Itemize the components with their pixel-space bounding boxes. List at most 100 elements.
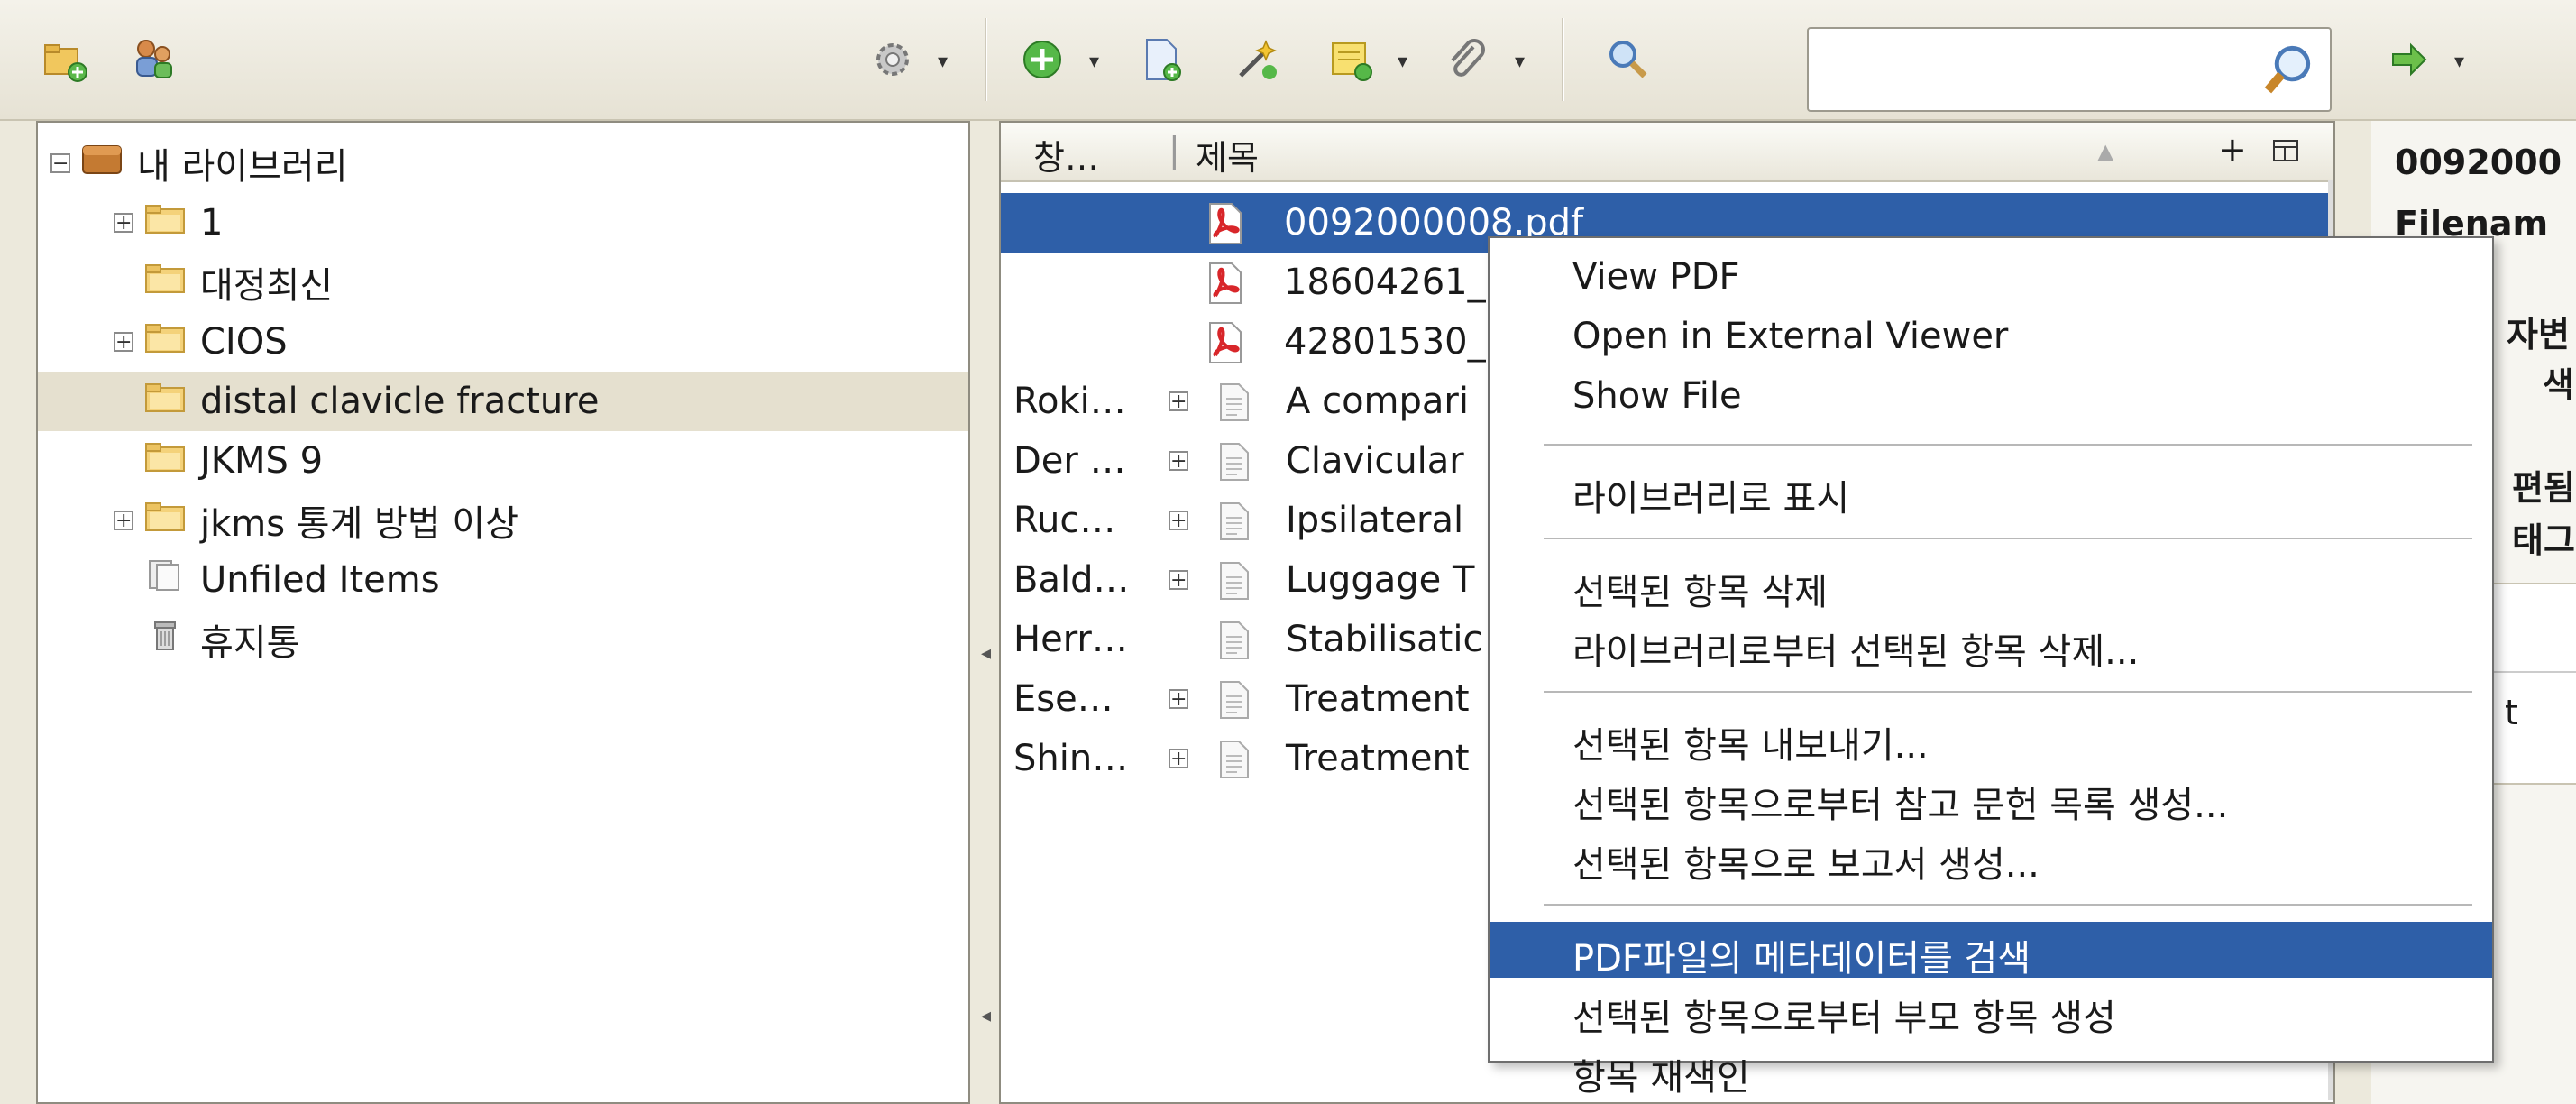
menu-item[interactable]: 선택된 항목 삭제 xyxy=(1490,556,2492,613)
column-divider: | xyxy=(1169,130,1180,170)
column-picker-icon[interactable] xyxy=(2272,137,2299,164)
expand-icon[interactable]: + xyxy=(114,213,133,234)
group-users-icon xyxy=(136,40,172,78)
cell-creator: Ese… xyxy=(1013,678,1114,720)
gear-icon xyxy=(876,43,909,76)
menu-separator xyxy=(1544,538,2472,539)
expand-icon[interactable]: + xyxy=(1169,570,1188,591)
chevron-down-icon[interactable]: ▾ xyxy=(1398,51,1407,73)
menu-item-label: 선택된 항목으로 보고서 생성... xyxy=(1572,844,2040,886)
wand-icon xyxy=(1239,40,1277,79)
menu-item[interactable]: 항목 재색인 xyxy=(1490,1041,2492,1099)
add-attachment-button[interactable] xyxy=(1437,31,1495,88)
add-by-identifier-button[interactable] xyxy=(1228,31,1286,88)
cell-title: 42801530_p xyxy=(1284,321,1508,363)
document-add-icon xyxy=(1146,39,1181,81)
trash-icon xyxy=(144,619,200,660)
menu-item-label: View PDF xyxy=(1572,256,1740,298)
splitter-collapse-left-icon[interactable]: ◂ xyxy=(981,1005,991,1027)
locate-button[interactable] xyxy=(2380,31,2438,88)
menu-item[interactable]: PDF파일의 메타데이터를 검색 xyxy=(1490,922,2492,980)
menu-item[interactable]: 선택된 항목으로부터 부모 항목 생성 xyxy=(1490,981,2492,1039)
cell-creator: Der … xyxy=(1013,440,1126,482)
menu-item-label: 선택된 항목 내보내기... xyxy=(1572,725,1929,767)
menu-item[interactable]: 선택된 항목으로 보고서 생성... xyxy=(1490,828,2492,886)
cell-title: A compari xyxy=(1286,381,1469,422)
menu-item-label: 선택된 항목 삭제 xyxy=(1572,572,1829,613)
new-item-from-page-button[interactable] xyxy=(1132,31,1190,88)
tree-item[interactable]: +1 xyxy=(38,193,968,253)
tree-item-label: 대정최신 xyxy=(200,265,334,307)
new-folder-icon xyxy=(44,44,87,82)
cell-title: Luggage T xyxy=(1286,559,1475,601)
chevron-down-icon[interactable]: ▾ xyxy=(938,51,948,73)
arrow-right-icon xyxy=(2392,42,2427,77)
menu-item[interactable]: 라이브러리로 표시 xyxy=(1490,462,2492,520)
menu-separator xyxy=(1544,444,2472,446)
expand-icon[interactable]: + xyxy=(114,511,133,531)
expand-icon[interactable]: + xyxy=(1169,689,1188,710)
tree-item[interactable]: Unfiled Items xyxy=(38,550,968,610)
tree-item[interactable]: − 내 라이브러리 xyxy=(38,133,968,193)
splitter-collapse-left-icon[interactable]: ◂ xyxy=(981,642,991,665)
search-field[interactable] xyxy=(1807,27,2332,112)
item-pane-label: 편됨 xyxy=(2512,468,2575,508)
expand-icon[interactable]: + xyxy=(1169,391,1188,412)
sort-ascending-icon: ▲ xyxy=(2097,139,2114,164)
menu-item[interactable]: 선택된 항목으로부터 참고 문헌 목록 생성... xyxy=(1490,768,2492,826)
menu-item[interactable]: Open in External Viewer xyxy=(1490,308,2492,364)
expand-icon[interactable]: + xyxy=(1169,511,1188,531)
column-header-creator[interactable]: 창… xyxy=(1033,130,1099,179)
column-header-title[interactable]: 제목 xyxy=(1196,130,1259,179)
tree-item[interactable]: + jkms 통계 방법 이상 xyxy=(38,491,968,550)
item-pane-box: t xyxy=(2480,583,2576,785)
tree-item[interactable]: + CIOS xyxy=(38,312,968,372)
menu-item[interactable]: View PDF xyxy=(1490,249,2492,305)
menu-item[interactable]: 선택된 항목 내보내기... xyxy=(1490,709,2492,767)
cell-creator: Ruc… xyxy=(1013,500,1116,541)
expand-icon[interactable]: + xyxy=(1169,749,1188,769)
item-pane-label: 태그 xyxy=(2512,520,2575,560)
folder-icon xyxy=(144,202,200,244)
menu-item-label: Show File xyxy=(1572,375,1742,417)
menu-item-label: 선택된 항목으로부터 부모 항목 생성 xyxy=(1572,998,2116,1039)
chevron-down-icon[interactable]: ▾ xyxy=(1515,51,1525,73)
expand-icon[interactable]: + xyxy=(114,332,133,353)
new-group-button[interactable] xyxy=(124,31,182,88)
new-collection-button[interactable] xyxy=(36,31,94,88)
menu-item[interactable]: Show File xyxy=(1490,368,2492,424)
cell-title: 18604261_p xyxy=(1284,262,1508,303)
search-input[interactable] xyxy=(1820,38,2256,103)
item-pane-title: 0092000 xyxy=(2395,143,2562,182)
list-header: 창… | 제목 ▲ + xyxy=(1001,123,2333,182)
note-add-icon xyxy=(1332,42,1372,81)
search-icon[interactable] xyxy=(2261,41,2319,99)
menu-separator xyxy=(1544,904,2472,906)
tree-item-label: 내 라이브러리 xyxy=(137,146,348,188)
tree-item[interactable]: 휴지통 xyxy=(38,610,968,669)
new-note-button[interactable] xyxy=(1322,31,1380,88)
tree-item[interactable]: distal clavicle fracture xyxy=(38,372,968,431)
chevron-down-icon[interactable]: ▾ xyxy=(2454,51,2464,73)
tree-item[interactable]: JKMS 9 xyxy=(38,431,968,491)
new-item-button[interactable] xyxy=(1013,31,1071,88)
cell-title: Ipsilateral xyxy=(1286,500,1464,541)
collection-tree: − 내 라이브러리 +1 대정최신 + CIOS distal clavicle fract… xyxy=(36,121,970,1104)
cell-title: Stabilisatic xyxy=(1286,619,1483,660)
menu-separator xyxy=(1544,691,2472,693)
context-menu: View PDF Open in External Viewer Show File… xyxy=(1488,236,2494,1099)
collapse-icon[interactable]: − xyxy=(50,153,70,174)
tree-item-label: CIOS xyxy=(200,321,288,363)
tree-item[interactable]: 대정최신 xyxy=(38,253,968,312)
add-column-button[interactable]: + xyxy=(2218,130,2247,170)
menu-item-label: 선택된 항목으로부터 참고 문헌 목록 생성... xyxy=(1572,785,2229,826)
cell-creator: Herr… xyxy=(1013,619,1128,660)
expand-icon[interactable]: + xyxy=(1169,451,1188,472)
folder-icon xyxy=(144,321,200,363)
menu-item[interactable]: 라이브러리로부터 선택된 항목 삭제... xyxy=(1490,615,2492,673)
chevron-down-icon[interactable]: ▾ xyxy=(1089,51,1099,73)
actions-button[interactable] xyxy=(864,31,921,88)
advanced-search-button[interactable] xyxy=(1600,31,1657,88)
menu-item-label: 항목 재색인 xyxy=(1572,1057,1750,1099)
tree-item-label: 휴지통 xyxy=(200,622,300,664)
